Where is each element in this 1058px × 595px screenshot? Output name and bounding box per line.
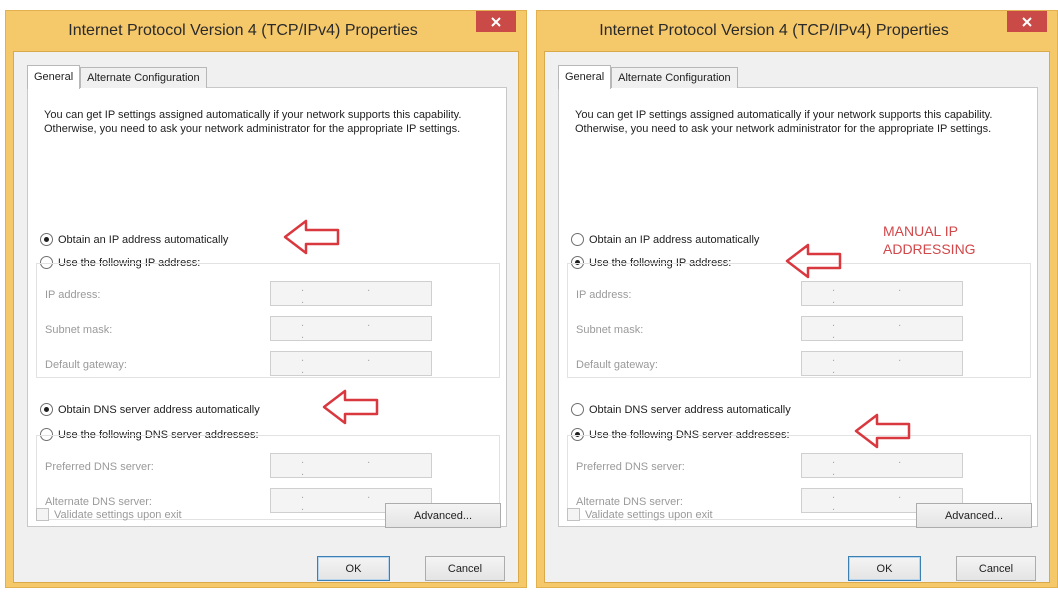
ip-address-label: IP address:: [45, 289, 101, 301]
tab-strip: General Alternate Configuration: [27, 64, 207, 89]
default-gateway-input[interactable]: . . .: [801, 351, 963, 376]
default-gateway-input[interactable]: . . .: [270, 351, 432, 376]
close-button[interactable]: [1007, 11, 1047, 32]
preferred-dns-label: Preferred DNS server:: [576, 461, 685, 473]
validate-settings-label: Validate settings upon exit: [585, 508, 713, 521]
radio-button-checked[interactable]: [40, 233, 53, 246]
obtain-ip-automatically-radio[interactable]: Obtain an IP address automatically: [571, 233, 759, 246]
default-gateway-label: Default gateway:: [576, 359, 658, 371]
subnet-mask-input[interactable]: . . .: [801, 316, 963, 341]
alternate-dns-label: Alternate DNS server:: [576, 496, 683, 508]
validate-settings-checkbox: [36, 508, 49, 521]
validate-settings-checkbox: [567, 508, 580, 521]
subnet-mask-label: Subnet mask:: [45, 324, 113, 336]
alternate-dns-label: Alternate DNS server:: [45, 496, 152, 508]
ip-address-label: IP address:: [576, 289, 632, 301]
default-gateway-label: Default gateway:: [45, 359, 127, 371]
close-icon: [491, 16, 501, 27]
preferred-dns-label: Preferred DNS server:: [45, 461, 154, 473]
obtain-dns-automatically-label: Obtain DNS server address automatically: [589, 403, 791, 416]
tab-general[interactable]: General: [27, 65, 81, 89]
subnet-mask-label: Subnet mask:: [576, 324, 644, 336]
ipv4-properties-dialog-automatic: Internet Protocol Version 4 (TCP/IPv4) P…: [5, 10, 527, 588]
obtain-ip-automatically-label: Obtain an IP address automatically: [589, 233, 760, 246]
ipv4-properties-dialog-manual: Internet Protocol Version 4 (TCP/IPv4) P…: [536, 10, 1058, 588]
preferred-dns-input[interactable]: . . .: [270, 453, 432, 478]
pointer-arrow-icon: [785, 243, 842, 279]
dialog-title: Internet Protocol Version 4 (TCP/IPv4) P…: [68, 22, 418, 39]
dialog-client-area: General Alternate Configuration You can …: [544, 51, 1050, 583]
tab-alternate-configuration[interactable]: Alternate Configuration: [611, 67, 738, 88]
obtain-dns-automatically-radio[interactable]: Obtain DNS server address automatically: [571, 403, 791, 416]
tab-alternate-configuration[interactable]: Alternate Configuration: [80, 67, 207, 88]
ok-button[interactable]: OK: [848, 556, 921, 581]
subnet-mask-input[interactable]: . . .: [270, 316, 432, 341]
close-button[interactable]: [476, 11, 516, 32]
general-tab-page: You can get IP settings assigned automat…: [558, 87, 1038, 527]
preferred-dns-input[interactable]: . . .: [801, 453, 963, 478]
title-bar[interactable]: Internet Protocol Version 4 (TCP/IPv4) P…: [6, 11, 526, 53]
tab-strip: General Alternate Configuration: [558, 64, 738, 89]
validate-settings-checkbox-row: Validate settings upon exit: [567, 508, 713, 521]
general-tab-page: You can get IP settings assigned automat…: [27, 87, 507, 527]
cancel-button[interactable]: Cancel: [956, 556, 1036, 581]
cancel-button[interactable]: Cancel: [425, 556, 505, 581]
ok-button[interactable]: OK: [317, 556, 390, 581]
dialog-client-area: General Alternate Configuration You can …: [13, 51, 519, 583]
title-bar[interactable]: Internet Protocol Version 4 (TCP/IPv4) P…: [537, 11, 1057, 53]
obtain-dns-automatically-label: Obtain DNS server address automatically: [58, 403, 260, 416]
advanced-button[interactable]: Advanced...: [385, 503, 501, 528]
radio-button-unchecked[interactable]: [571, 233, 584, 246]
obtain-ip-automatically-label: Obtain an IP address automatically: [58, 233, 229, 246]
validate-settings-label: Validate settings upon exit: [54, 508, 182, 521]
pointer-arrow-icon: [283, 219, 340, 255]
ip-address-input[interactable]: . . .: [270, 281, 432, 306]
radio-button-unchecked[interactable]: [571, 403, 584, 416]
pointer-arrow-icon: [322, 389, 379, 425]
advanced-button[interactable]: Advanced...: [916, 503, 1032, 528]
manual-ip-annotation: MANUAL IP ADDRESSING: [883, 222, 976, 258]
ip-address-input[interactable]: . . .: [801, 281, 963, 306]
intro-text: You can get IP settings assigned automat…: [575, 109, 993, 135]
manual-ip-annotation-text: MANUAL IP ADDRESSING: [883, 223, 976, 257]
intro-text: You can get IP settings assigned automat…: [44, 109, 462, 135]
validate-settings-checkbox-row: Validate settings upon exit: [36, 508, 182, 521]
dialog-title: Internet Protocol Version 4 (TCP/IPv4) P…: [599, 22, 949, 39]
tab-general[interactable]: General: [558, 65, 612, 89]
obtain-ip-automatically-radio[interactable]: Obtain an IP address automatically: [40, 233, 228, 246]
radio-button-checked[interactable]: [40, 403, 53, 416]
obtain-dns-automatically-radio[interactable]: Obtain DNS server address automatically: [40, 403, 260, 416]
pointer-arrow-icon: [854, 413, 911, 449]
close-icon: [1022, 16, 1032, 27]
